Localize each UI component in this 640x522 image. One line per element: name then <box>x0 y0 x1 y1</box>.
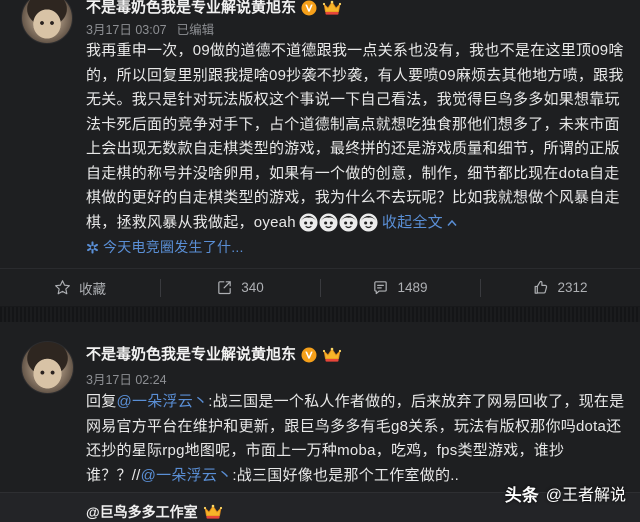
post-separator <box>0 306 640 322</box>
author-header: 不是毒奶色我是专业解说黄旭东 <box>86 346 342 364</box>
repost-count: 340 <box>241 280 264 295</box>
author-header: 不是毒奶色我是专业解说黄旭东 <box>86 0 342 17</box>
emoji-face-icon <box>359 213 378 232</box>
body-line: 网易官方平台在维护和更新，跟巨鸟多多有毛g8关系，玩法有版权那你吗dota还 <box>86 417 622 435</box>
author-name[interactable]: 不是毒奶色我是专业解说黄旭东 <box>86 0 296 17</box>
topic-link[interactable]: 今天电竞圈发生了什... <box>86 235 628 260</box>
topic-text[interactable]: 今天电竞圈发生了什... <box>103 235 244 260</box>
repost-prefix: 谁？？// <box>86 466 141 484</box>
divider <box>320 279 321 297</box>
body-line-last: 棋，拯救风暴从我做起，oyeah 收起全文 <box>86 211 628 236</box>
body-line-text: :战三国好像也是那个工作室做的.. <box>232 466 460 484</box>
reply-prefix: 回复 <box>86 393 117 410</box>
repost-icon <box>218 281 232 295</box>
body-line-text: :战三国是一个私人作者做的，后来放弃了网易回收了，现在是 <box>208 393 625 410</box>
emoji-face-icon <box>299 213 318 232</box>
action-bar: 收藏 340 1489 2312 <box>0 268 640 306</box>
body-line: 回复@一朵浮云丶:战三国是一个私人作者做的，后来放弃了网易回收了，现在是 <box>86 390 628 415</box>
author-avatar[interactable] <box>21 341 74 394</box>
like-button[interactable]: 2312 <box>480 269 640 306</box>
favorite-label: 收藏 <box>79 281 106 297</box>
quoted-author-name[interactable]: @巨鸟多多工作室 <box>86 503 198 521</box>
comment-button[interactable]: 1489 <box>320 269 480 306</box>
body-line: 棋做的更好的自走棋类型的游戏，我为什么不去玩呢？比如我就想做个风暴自走 <box>86 189 620 206</box>
favorite-button[interactable]: 收藏 <box>0 269 160 306</box>
edited-label: 已编辑 <box>176 23 215 37</box>
post-body: 我再重申一次，09做的道德不道德跟我一点关系也没有，我也不是在这里顶09啥 的，… <box>86 39 628 260</box>
body-line: 法卡死后面的竞争对手下，占个道德制高点就想吃独食那他们想多了，未来市面 <box>86 115 620 133</box>
author-avatar[interactable] <box>21 0 73 44</box>
watermark-brand: 头条 <box>504 486 539 505</box>
quoted-author-row: @巨鸟多多工作室 <box>86 503 223 521</box>
post-time: 3月17日 03:07 <box>86 23 167 37</box>
watermark-handle: @王者解说 <box>545 487 626 504</box>
post-body: 回复@一朵浮云丶:战三国是一个私人作者做的，后来放弃了网易回收了，现在是 网易官… <box>86 390 628 488</box>
verified-v-icon <box>301 347 317 363</box>
weibo-post: 不是毒奶色我是专业解说黄旭东 3月17日 03:07 已编辑 我再重申一次，09做… <box>0 0 640 306</box>
divider <box>480 279 481 297</box>
topic-icon <box>87 241 98 254</box>
crown-member-icon <box>322 0 342 15</box>
post-meta: 3月17日 03:07 已编辑 <box>86 22 214 38</box>
body-line: 自走棋的称号并没啥卵用，如果有一个做的创意，制作，细节都比现在dota自走 <box>86 164 620 182</box>
crown-member-icon <box>322 347 342 362</box>
emoji-group <box>299 213 378 232</box>
verified-v-icon <box>301 0 317 16</box>
body-line-text: 棋，拯救风暴从我做起，oyeah <box>86 213 296 231</box>
post-meta: 3月17日 02:24 <box>86 372 167 388</box>
emoji-face-icon <box>319 213 338 232</box>
comment-icon <box>374 281 388 295</box>
watermark: 头条 @王者解说 <box>505 485 626 507</box>
author-name[interactable]: 不是毒奶色我是专业解说黄旭东 <box>86 346 296 364</box>
repost-button[interactable]: 340 <box>160 269 320 306</box>
emoji-face-icon <box>339 213 358 232</box>
mention-link[interactable]: @一朵浮云丶 <box>117 393 209 410</box>
body-line: 无关。我只是针对玩法版权这个事说一下自己看法，我觉得巨鸟多多如果想靠玩 <box>86 91 620 108</box>
crown-member-icon <box>203 504 222 519</box>
divider <box>160 279 161 297</box>
comment-count: 1489 <box>397 280 428 295</box>
collapse-text-label[interactable]: 收起全文 <box>382 211 443 236</box>
mention-link[interactable]: @一朵浮云丶 <box>141 467 233 484</box>
body-line: 的，所以回复里别跟我提啥09抄袭不抄袭，有人要喷09麻烦去其他地方喷，跟我 <box>86 66 624 84</box>
chevron-up-icon <box>447 219 457 226</box>
star-icon <box>55 280 70 295</box>
body-line: 我再重申一次，09做的道德不道德跟我一点关系也没有，我也不是在这里顶09啥 <box>86 42 624 59</box>
like-count: 2312 <box>557 280 588 295</box>
post-time: 3月17日 02:24 <box>86 373 167 387</box>
body-line: 上会出现无数款自走棋类型的游戏，最终拼的还是游戏质量和细节，所谓的正版 <box>86 140 620 157</box>
collapse-text-button[interactable]: 收起全文 <box>382 211 457 236</box>
body-line: 还抄的星际rpg地图呢，市面上一万种moba，吃鸡，fps类型游戏，谁抄 <box>86 442 565 459</box>
like-icon <box>535 280 548 294</box>
